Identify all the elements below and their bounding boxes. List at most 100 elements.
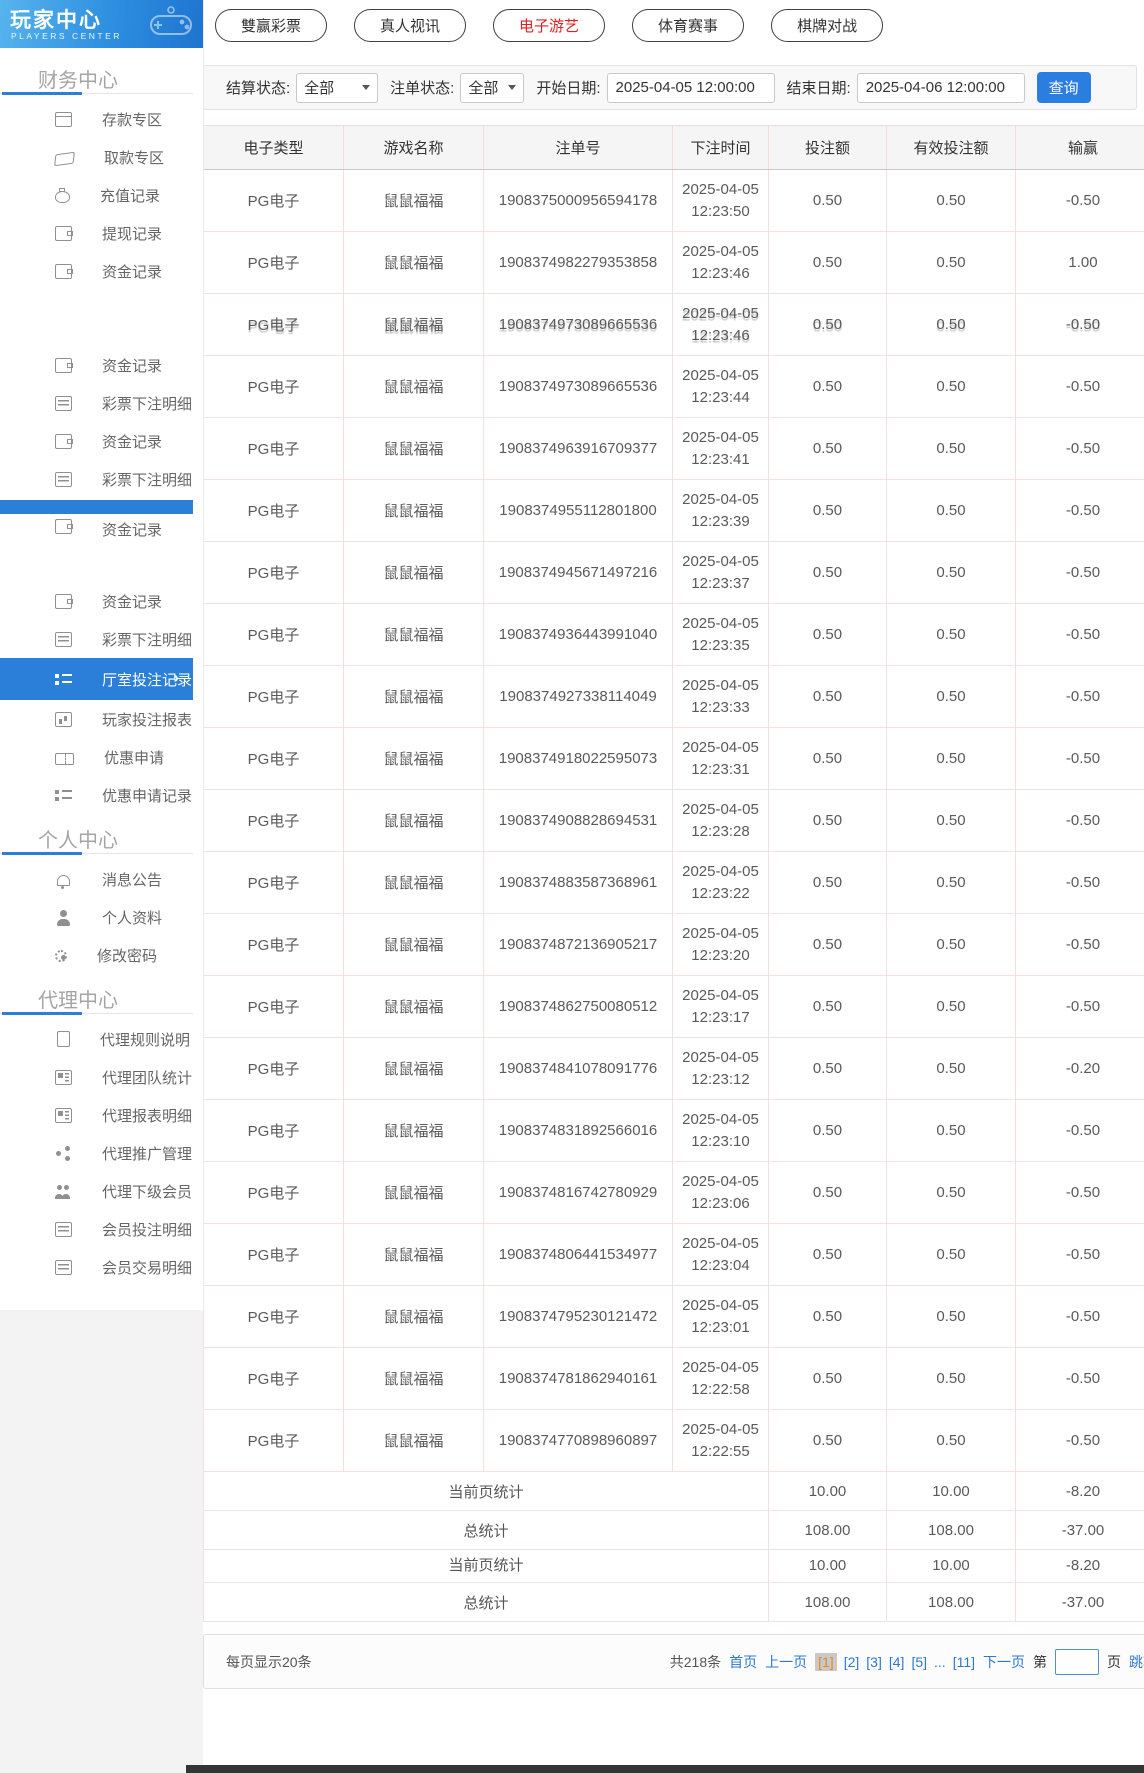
page-link[interactable]: [4] (889, 1654, 905, 1670)
sidebar-item-label: 彩票下注明细 (102, 393, 192, 414)
sidebar-item[interactable]: 资金记录 (0, 516, 203, 538)
sidebar-item[interactable]: 代理报表明细 (0, 1096, 203, 1134)
sidebar-item[interactable]: 存款专区 (0, 100, 203, 138)
sidebar-item[interactable]: 彩票下注明细 (0, 460, 203, 498)
sidebar-item[interactable]: 资金记录 (0, 252, 203, 290)
end-date-input[interactable] (857, 73, 1025, 103)
table-row[interactable]: PG电子 鼠鼠福福 1908374862750080512 2025-04-05… (204, 976, 1144, 1038)
sidebar-item[interactable]: 取款专区 (0, 138, 203, 176)
table-row[interactable]: PG电子 鼠鼠福福 1908374770898960897 2025-04-05… (204, 1410, 1144, 1472)
summary-row: 总统计 108.00 108.00 -37.00 (204, 1511, 1144, 1550)
sidebar-item[interactable]: 个人中心 (0, 814, 203, 860)
sidebar-item[interactable]: 会员交易明细 (0, 1248, 203, 1286)
win-loss-cell: -0.50 (1016, 666, 1144, 728)
category-tab[interactable]: 体育赛事 (632, 9, 744, 42)
sidebar-item-icon (55, 1222, 72, 1237)
sidebar-item[interactable]: 代理规则说明 (0, 1020, 203, 1058)
bet-time: 12:23:31 (675, 759, 766, 781)
column-header: 下注时间 (673, 126, 769, 170)
order-status-select[interactable]: 全部 (460, 73, 524, 103)
table-row[interactable]: PG电子 鼠鼠福福 1908374936443991040 2025-04-05… (204, 604, 1144, 666)
table-row[interactable]: PG电子 鼠鼠福福 1908374908828694531 2025-04-05… (204, 790, 1144, 852)
prev-page-link[interactable]: 上一页 (765, 1652, 807, 1672)
table-row[interactable]: PG电子 鼠鼠福福 1908374831892566016 2025-04-05… (204, 1100, 1144, 1162)
table-row[interactable]: PG电子 鼠鼠福福 1908374982279353858 2025-04-05… (204, 232, 1144, 294)
table-row[interactable]: PG电子 鼠鼠福福 1908374883587368961 2025-04-05… (204, 852, 1144, 914)
sidebar-item[interactable]: 修改密码 (0, 936, 203, 974)
start-date-input[interactable] (607, 73, 775, 103)
bet-time-cell: 2025-04-05 12:23:39 (673, 480, 769, 542)
summary-bet-amount: 10.00 (769, 1472, 887, 1511)
page-jump-input[interactable] (1055, 1649, 1099, 1675)
sidebar-item[interactable]: 玩家投注报表 (0, 700, 203, 738)
sidebar-item[interactable]: 彩票下注明细 (0, 620, 203, 658)
page-link[interactable]: [11] (953, 1654, 975, 1670)
sidebar-item[interactable] (0, 500, 193, 514)
sidebar-item[interactable]: 个人资料 (0, 898, 203, 936)
sidebar-item[interactable]: 代理推广管理 (0, 1134, 203, 1172)
next-page-link[interactable]: 下一页 (983, 1652, 1025, 1672)
table-row[interactable]: PG电子 鼠鼠福福 1908374927338114049 2025-04-05… (204, 666, 1144, 728)
sidebar-item-label: 代理下级会员 (102, 1181, 192, 1202)
sidebar-item[interactable]: 彩票下注明细 (0, 384, 203, 422)
page-link[interactable]: [3] (866, 1654, 882, 1670)
sidebar-item[interactable]: 资金记录 (0, 346, 203, 384)
sidebar-item[interactable]: 代理中心 (0, 974, 203, 1020)
sidebar-item[interactable]: 消息公告 (0, 860, 203, 898)
category-tab[interactable]: 棋牌对战 (771, 9, 883, 42)
category-tab[interactable]: 电子游艺 (493, 9, 605, 42)
sidebar-item[interactable]: 优惠申请 (0, 738, 203, 776)
valid-amount-cell: 0.50 (887, 418, 1016, 480)
table-row[interactable]: PG电子 鼠鼠福福 1908374841078091776 2025-04-05… (204, 1038, 1144, 1100)
game-type-cell: PG电子 (204, 728, 344, 790)
bet-no-cell: 1908374955112801800 (484, 480, 673, 542)
win-loss-cell: -0.50 (1016, 1410, 1144, 1472)
sidebar-item-icon (55, 632, 72, 647)
sidebar-item-icon (55, 1108, 72, 1123)
bet-amount-cell: 0.50 (769, 356, 887, 418)
win-loss-cell: -0.50 (1016, 480, 1144, 542)
settle-status-select[interactable]: 全部 (296, 73, 378, 103)
search-button[interactable]: 查询 (1037, 72, 1091, 103)
sidebar-item[interactable] (0, 290, 203, 346)
table-row[interactable]: PG电子 鼠鼠福福 1908374973089665536 2025-04-05… (204, 356, 1144, 418)
table-row[interactable]: PG电子 鼠鼠福福 1908374973089665536 2025-04-05… (204, 294, 1144, 356)
bet-no-cell: 1908374973089665536 (484, 294, 673, 356)
category-tab[interactable]: 真人视讯 (354, 9, 466, 42)
bet-date: 2025-04-05 (675, 551, 766, 573)
table-row[interactable]: PG电子 鼠鼠福福 1908374963916709377 2025-04-05… (204, 418, 1144, 480)
category-tab[interactable]: 雙赢彩票 (215, 9, 327, 42)
table-row[interactable]: PG电子 鼠鼠福福 1908374806441534977 2025-04-05… (204, 1224, 1144, 1286)
page-link[interactable]: ... (934, 1654, 946, 1670)
bet-time-cell: 2025-04-05 12:22:58 (673, 1348, 769, 1410)
table-row[interactable]: PG电子 鼠鼠福福 1908374945671497216 2025-04-05… (204, 542, 1144, 604)
table-row[interactable]: PG电子 鼠鼠福福 1908374781862940161 2025-04-05… (204, 1348, 1144, 1410)
game-name-cell: 鼠鼠福福 (344, 232, 484, 294)
sidebar-item[interactable]: 资金记录 (0, 582, 203, 620)
page-link[interactable]: [1] (815, 1653, 837, 1671)
sidebar-item[interactable]: 优惠申请记录 (0, 776, 203, 814)
table-row[interactable]: PG电子 鼠鼠福福 1908374955112801800 2025-04-05… (204, 480, 1144, 542)
table-row[interactable]: PG电子 鼠鼠福福 1908374872136905217 2025-04-05… (204, 914, 1144, 976)
sidebar-item[interactable]: 充值记录 (0, 176, 203, 214)
category-tab-label: 真人视讯 (380, 15, 440, 36)
table-row[interactable]: PG电子 鼠鼠福福 1908374816742780929 2025-04-05… (204, 1162, 1144, 1224)
sidebar-item[interactable]: 代理团队统计 (0, 1058, 203, 1096)
bet-amount-cell: 0.50 (769, 852, 887, 914)
table-row[interactable]: PG电子 鼠鼠福福 1908374795230121472 2025-04-05… (204, 1286, 1144, 1348)
bet-time: 12:23:12 (675, 1069, 766, 1091)
sidebar-item[interactable]: 会员投注明细 (0, 1210, 203, 1248)
sidebar-item[interactable] (0, 538, 203, 582)
sidebar-item[interactable]: 代理下级会员 (0, 1172, 203, 1210)
sidebar-item[interactable]: 财务中心 (0, 54, 203, 100)
first-page-link[interactable]: 首页 (729, 1652, 757, 1672)
page-link[interactable]: [2] (844, 1654, 860, 1670)
sidebar-item[interactable]: 资金记录 (0, 422, 203, 460)
bet-time: 12:23:41 (675, 449, 766, 471)
page-link[interactable]: [5] (911, 1654, 927, 1670)
sidebar-item[interactable]: 提现记录 (0, 214, 203, 252)
sidebar-item[interactable]: 厅室投注记录 › (0, 658, 193, 700)
table-row[interactable]: PG电子 鼠鼠福福 1908374918022595073 2025-04-05… (204, 728, 1144, 790)
jump-button[interactable]: 跳转 (1129, 1652, 1144, 1672)
table-row[interactable]: PG电子 鼠鼠福福 1908375000956594178 2025-04-05… (204, 170, 1144, 232)
